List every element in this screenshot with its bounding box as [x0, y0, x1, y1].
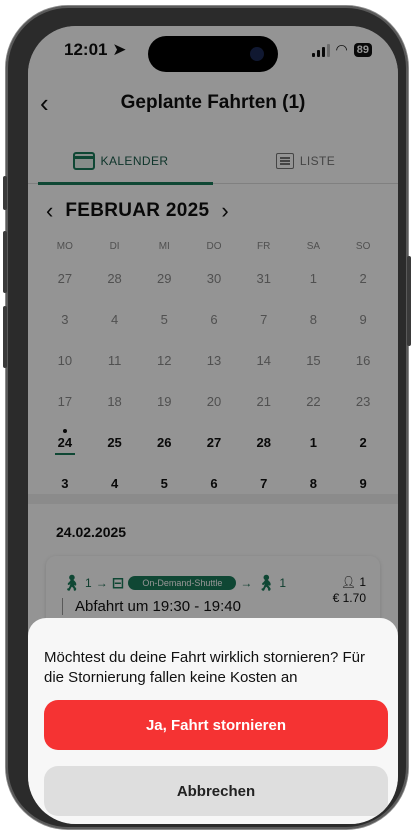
abort-button[interactable]: Abbrechen [44, 766, 388, 816]
screen: 12:01 ➤ ◠ 89 ‹ Geplante Fahrten (1) KALE… [28, 26, 398, 824]
phone-frame: 12:01 ➤ ◠ 89 ‹ Geplante Fahrten (1) KALE… [3, 6, 411, 829]
cancel-trip-sheet: Möchtest du deine Fahrt wirklich stornie… [28, 618, 398, 824]
volume-down-button [3, 306, 7, 368]
confirm-cancel-button[interactable]: Ja, Fahrt stornieren [44, 700, 388, 750]
power-button [407, 256, 411, 346]
volume-up-button [3, 231, 7, 293]
action-button [3, 176, 7, 210]
sheet-message: Möchtest du deine Fahrt wirklich stornie… [44, 649, 365, 686]
